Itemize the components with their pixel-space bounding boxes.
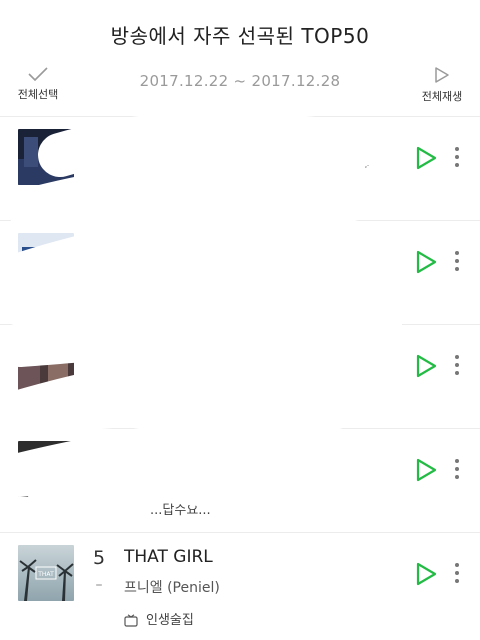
program-name: ...답수요... xyxy=(150,503,211,518)
program-name: 인생술집 xyxy=(146,613,194,628)
more-vertical-icon[interactable] xyxy=(450,145,464,169)
list-item[interactable]: ...답수요... xyxy=(0,428,480,532)
play-icon[interactable] xyxy=(414,353,438,379)
page-title: 방송에서 자주 선곡된 TOP50 xyxy=(110,24,370,48)
program: 인생술집 xyxy=(124,609,194,628)
track-list: ...e C... ...ow... ,Zac Ef... ...답수요... … xyxy=(0,116,480,636)
list-item[interactable] xyxy=(0,220,480,324)
song-title: ...e C... ...ow... xyxy=(124,131,245,151)
album-art xyxy=(18,441,74,497)
play-icon[interactable] xyxy=(414,561,438,587)
play-icon xyxy=(435,67,449,83)
svg-text:THAT: THAT xyxy=(37,571,54,578)
song-title: THAT GIRL xyxy=(124,547,213,567)
rank: 5 xyxy=(92,547,106,569)
more-vertical-icon[interactable] xyxy=(450,561,464,585)
more-vertical-icon[interactable] xyxy=(450,249,464,273)
toolbar: 전체선택 2017.12.22 ~ 2017.12.28 전체재생 xyxy=(0,62,480,106)
album-art xyxy=(18,233,74,289)
more-vertical-icon[interactable] xyxy=(450,353,464,377)
artist-name: 프니엘 (Peniel) xyxy=(124,580,220,596)
play-all-button[interactable]: 전체재생 xyxy=(418,66,466,104)
tv-icon xyxy=(124,614,138,627)
play-all-label: 전체재생 xyxy=(421,90,463,103)
play-icon[interactable] xyxy=(414,145,438,171)
list-item[interactable] xyxy=(0,324,480,428)
album-art xyxy=(18,337,74,393)
more-vertical-icon[interactable] xyxy=(450,457,464,481)
play-icon[interactable] xyxy=(414,249,438,275)
list-item[interactable]: ...e C... ...ow... ,Zac Ef... xyxy=(0,116,480,220)
album-art xyxy=(18,129,74,185)
album-art: THAT xyxy=(18,545,74,601)
artist-name: ,Zac Ef... xyxy=(320,161,381,177)
date-range: 2017.12.22 ~ 2017.12.28 xyxy=(139,72,341,90)
rank-change: – xyxy=(95,577,103,593)
play-icon[interactable] xyxy=(414,457,438,483)
list-item[interactable]: THAT 5 – THAT GIRL 프니엘 (Peniel) 인생술집 xyxy=(0,532,480,636)
